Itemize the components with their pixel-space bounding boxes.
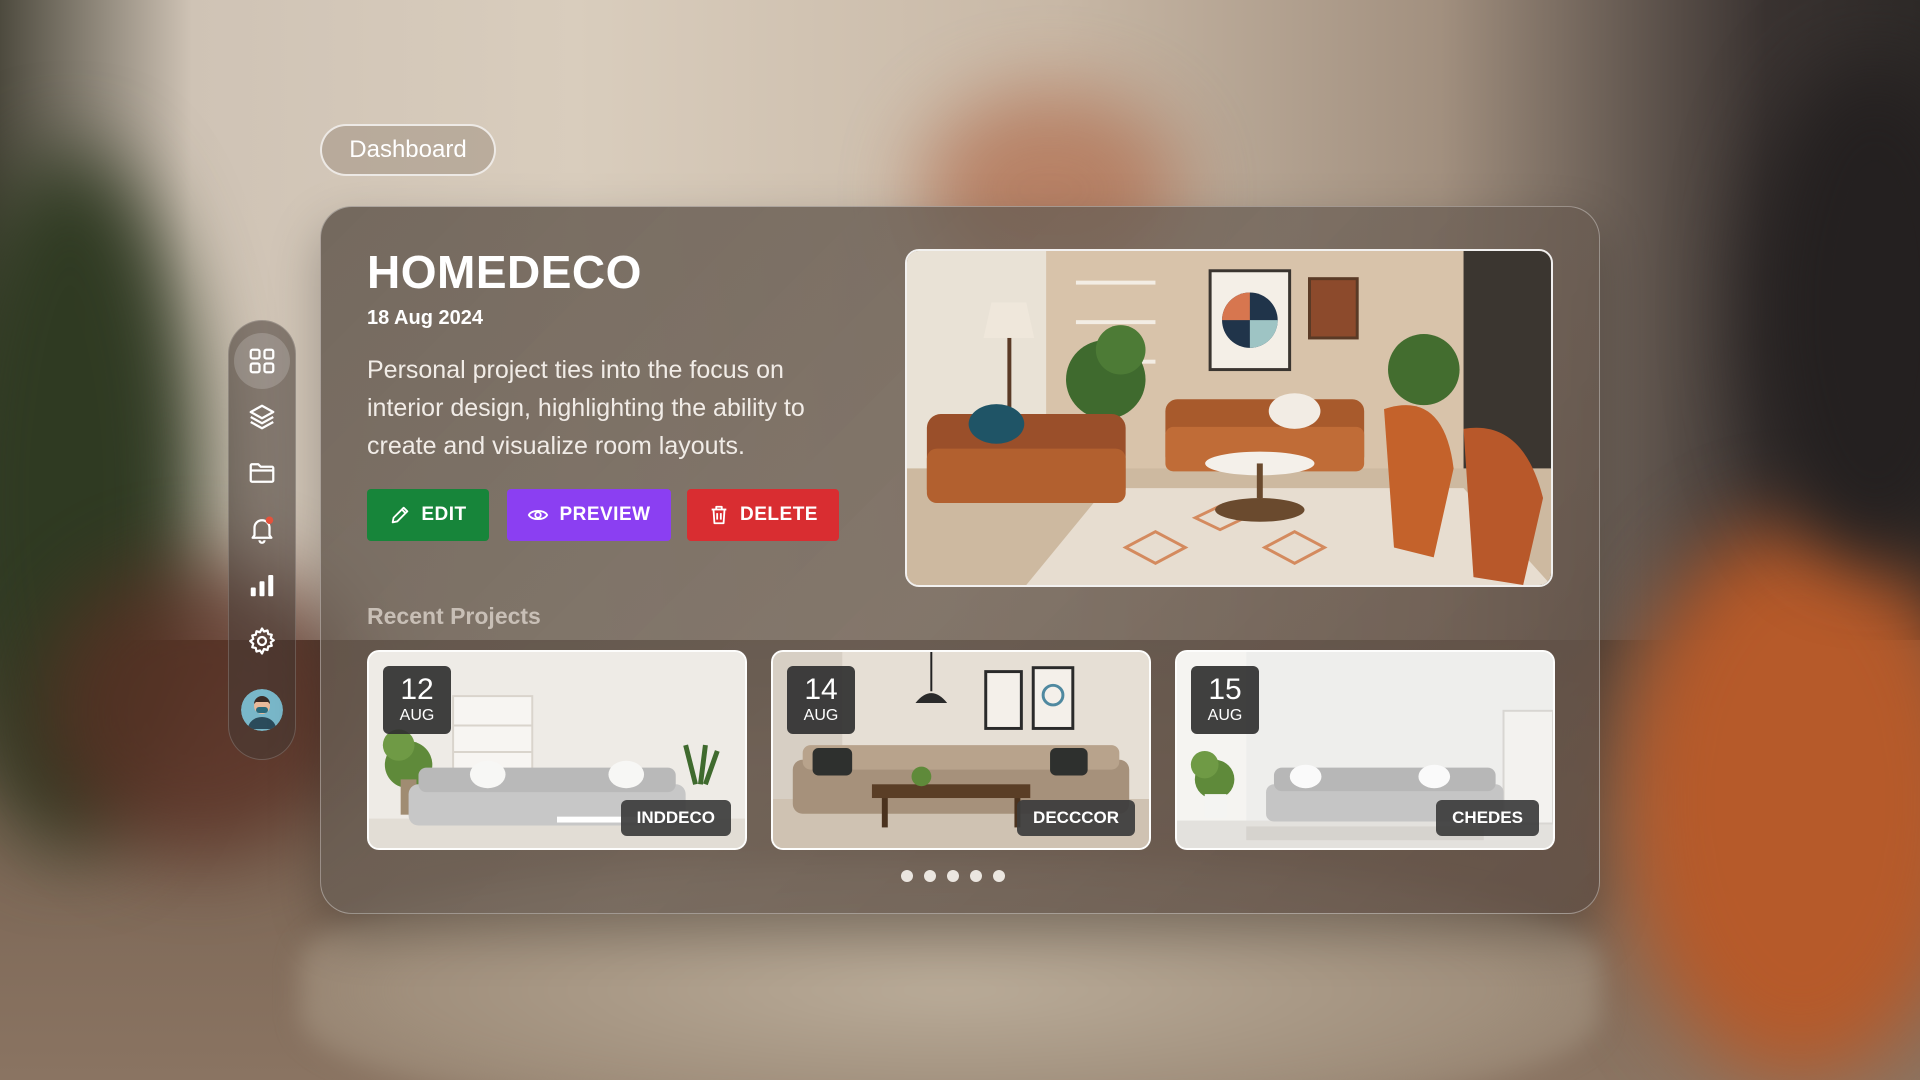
eye-icon (528, 509, 549, 521)
recent-project-card[interactable]: 12 AUG INDDECO (367, 650, 747, 850)
pagination-dot[interactable] (947, 870, 959, 882)
preview-button[interactable]: PREVIEW (507, 489, 671, 541)
layers-icon (249, 404, 275, 430)
date-badge-day: 15 (1208, 673, 1242, 706)
date-badge-month: AUG (1207, 707, 1243, 724)
sidebar-item-notifications[interactable] (234, 501, 290, 557)
project-description: Personal project ties into the focus on … (367, 356, 805, 460)
date-badge-day: 12 (400, 673, 434, 706)
grid-icon (249, 348, 275, 374)
gear-icon (249, 627, 275, 655)
project-title: HOMEDECO (367, 246, 642, 298)
project-card: HOMEDECO 18 Aug 2024 Personal project ti… (320, 206, 1600, 914)
pagination-dot[interactable] (970, 870, 982, 882)
delete-button-label: DELETE (740, 504, 818, 525)
bell-icon (251, 516, 274, 544)
project-date: 18 Aug 2024 (367, 307, 483, 329)
date-badge-month: AUG (399, 707, 435, 724)
sidebar-item-analytics[interactable] (234, 557, 290, 613)
avatar[interactable] (241, 689, 283, 731)
date-badge: 14 AUG (787, 666, 855, 734)
pagination-dot[interactable] (993, 870, 1005, 882)
sidebar-item-settings[interactable] (234, 613, 290, 669)
preview-button-label: PREVIEW (559, 504, 651, 525)
date-badge-month: AUG (803, 707, 839, 724)
date-badge: 12 AUG (383, 666, 451, 734)
pencil-icon (392, 506, 409, 524)
project-name-label: CHEDES (1436, 800, 1539, 836)
trash-icon (711, 505, 727, 525)
bar-chart-icon (250, 575, 274, 597)
delete-button[interactable]: DELETE (687, 489, 839, 541)
dashboard-tab[interactable]: Dashboard (320, 124, 496, 176)
project-name-label: INDDECO (620, 800, 731, 836)
sidebar-item-folder[interactable] (234, 445, 290, 501)
date-badge: 15 AUG (1191, 666, 1259, 734)
pagination-dot[interactable] (901, 870, 913, 882)
recent-project-card[interactable]: 15 AUG CHEDES (1175, 650, 1555, 850)
sidebar-item-layers[interactable] (234, 389, 290, 445)
sidebar-item-dashboard[interactable] (234, 333, 290, 389)
edit-button-label: EDIT (421, 504, 467, 525)
date-badge-day: 14 (804, 673, 838, 706)
edit-button[interactable]: EDIT (367, 489, 489, 541)
project-name-label: DECCCOR (1017, 800, 1135, 836)
project-hero-image[interactable] (905, 249, 1553, 587)
recent-projects-heading: Recent Projects (367, 603, 541, 629)
carousel-pagination (901, 870, 1005, 882)
sidebar (228, 320, 296, 760)
recent-project-card[interactable]: 14 AUG DECCCOR (771, 650, 1151, 850)
pagination-dot[interactable] (924, 870, 936, 882)
folder-icon (249, 463, 275, 483)
